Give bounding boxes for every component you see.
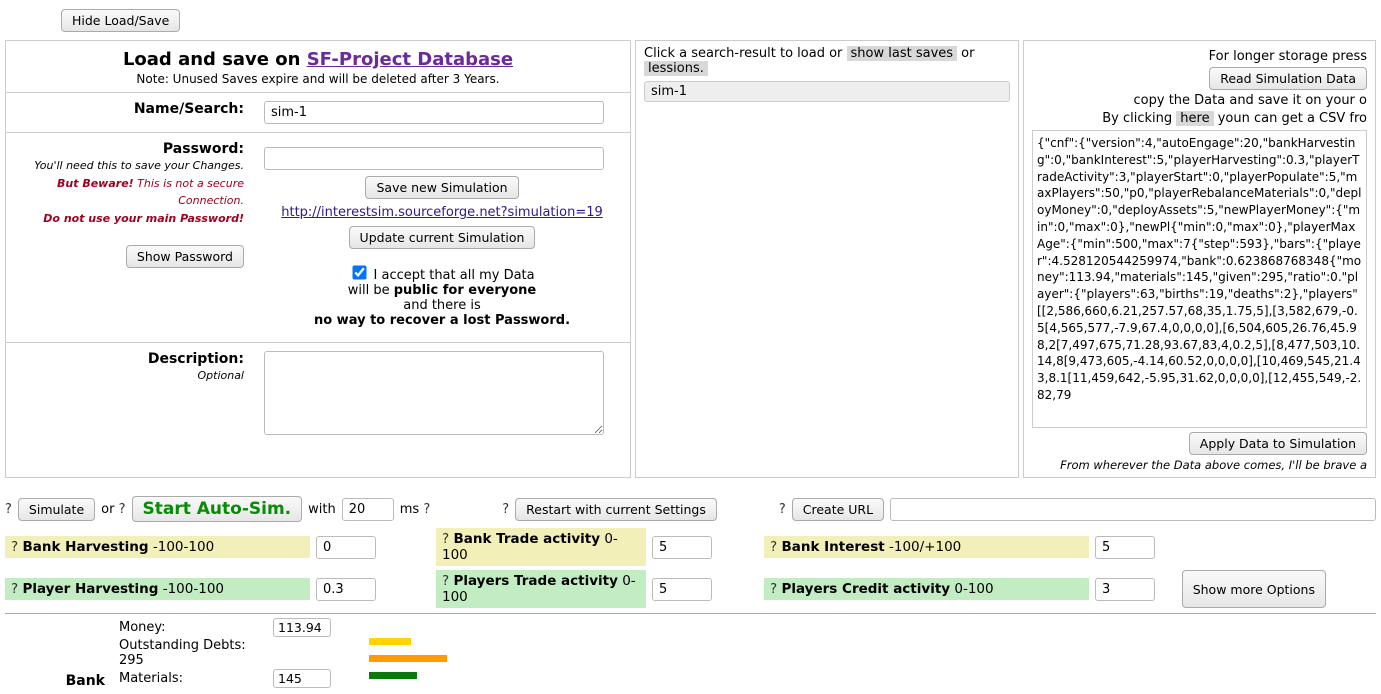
- name-search-label: Name/Search:: [6, 93, 254, 132]
- bank-bars: [369, 628, 447, 689]
- bank-money-input[interactable]: [273, 618, 331, 637]
- help-icon[interactable]: ?: [11, 539, 18, 555]
- help-icon[interactable]: ?: [442, 573, 449, 589]
- bank-harvesting-input[interactable]: [316, 536, 376, 559]
- storage-line-1: For longer storage press: [1032, 49, 1367, 64]
- hide-load-save-button[interactable]: Hide Load/Save: [61, 9, 180, 32]
- password-warn-c: Do not use your main Password!: [16, 210, 244, 228]
- description-sub: Optional: [16, 367, 244, 385]
- bar-money: [369, 638, 411, 645]
- help-icon[interactable]: ?: [423, 502, 430, 517]
- help-icon[interactable]: ?: [11, 581, 18, 597]
- raw-data-box[interactable]: {"cnf":{"version":4,"autoEngage":20,"ban…: [1032, 130, 1367, 428]
- sf-project-link[interactable]: SF-Project Database: [307, 49, 513, 70]
- storage-panel: For longer storage press Read Simulation…: [1023, 40, 1376, 478]
- search-panel: Click a search-result to load or show la…: [635, 40, 1019, 478]
- bar-materials: [369, 672, 417, 679]
- restart-button[interactable]: Restart with current Settings: [515, 498, 717, 521]
- description-input[interactable]: [264, 351, 604, 435]
- accept-public-checkbox[interactable]: [353, 265, 367, 279]
- auto-sim-ms-input[interactable]: [342, 498, 394, 521]
- players-trade-input[interactable]: [652, 578, 712, 601]
- read-simulation-data-button[interactable]: Read Simulation Data: [1209, 67, 1367, 90]
- storage-line-3: By clicking here youn can get a CSV fro: [1032, 111, 1367, 126]
- update-current-simulation-button[interactable]: Update current Simulation: [349, 226, 536, 249]
- help-icon[interactable]: ?: [779, 502, 786, 517]
- password-warn-a: But Beware!: [57, 177, 134, 190]
- help-icon[interactable]: ?: [5, 502, 12, 517]
- description-label: Description:: [16, 351, 244, 367]
- name-search-input[interactable]: [264, 101, 604, 124]
- save-new-simulation-button[interactable]: Save new Simulation: [365, 176, 518, 199]
- bar-debts: [369, 655, 447, 662]
- start-auto-sim-button[interactable]: Start Auto-Sim.: [132, 496, 303, 522]
- expiry-note: Note: Unused Saves expire and will be de…: [16, 72, 620, 86]
- simulation-url-link[interactable]: http://interestsim.sourceforge.net?simul…: [281, 205, 603, 220]
- simulate-button[interactable]: Simulate: [18, 498, 95, 521]
- storage-line-2: copy the Data and save it on your o: [1032, 93, 1367, 108]
- create-url-button[interactable]: Create URL: [792, 498, 884, 521]
- help-icon[interactable]: ?: [770, 581, 777, 597]
- search-hint: Click a search-result to load or show la…: [644, 46, 1010, 76]
- search-result-item[interactable]: sim-1: [644, 81, 1010, 102]
- bank-trade-input[interactable]: [652, 536, 712, 559]
- load-save-panel: Load and save on SF-Project Database Not…: [5, 40, 631, 478]
- bank-materials-input[interactable]: [273, 669, 331, 688]
- help-icon[interactable]: ?: [502, 502, 509, 517]
- lessions-link[interactable]: lessions.: [644, 61, 708, 76]
- created-url-input[interactable]: [890, 498, 1376, 521]
- password-label: Password:: [16, 141, 244, 157]
- help-icon[interactable]: ?: [119, 502, 126, 517]
- show-password-button[interactable]: Show Password: [126, 245, 244, 268]
- help-icon[interactable]: ?: [442, 531, 449, 547]
- csv-here-link[interactable]: here: [1176, 111, 1213, 126]
- password-warn-b: This is not a secure Connection.: [137, 177, 244, 208]
- players-credit-input[interactable]: [1095, 578, 1155, 601]
- load-save-title: Load and save on SF-Project Database: [16, 49, 620, 70]
- password-hint-1: You'll need this to save your Changes.: [16, 157, 244, 175]
- storage-footnote: From wherever the Data above comes, I'll…: [1032, 458, 1367, 472]
- accept-line-1: I accept that all my Data: [374, 268, 535, 283]
- password-input[interactable]: [264, 147, 604, 170]
- player-harvesting-input[interactable]: [316, 578, 376, 601]
- bank-interest-input[interactable]: [1095, 536, 1155, 559]
- show-last-saves-link[interactable]: show last saves: [847, 46, 958, 61]
- help-icon[interactable]: ?: [770, 539, 777, 555]
- show-more-options-button[interactable]: Show more Options: [1182, 570, 1326, 608]
- bank-title: Bank: [5, 673, 105, 689]
- apply-data-button[interactable]: Apply Data to Simulation: [1189, 432, 1367, 455]
